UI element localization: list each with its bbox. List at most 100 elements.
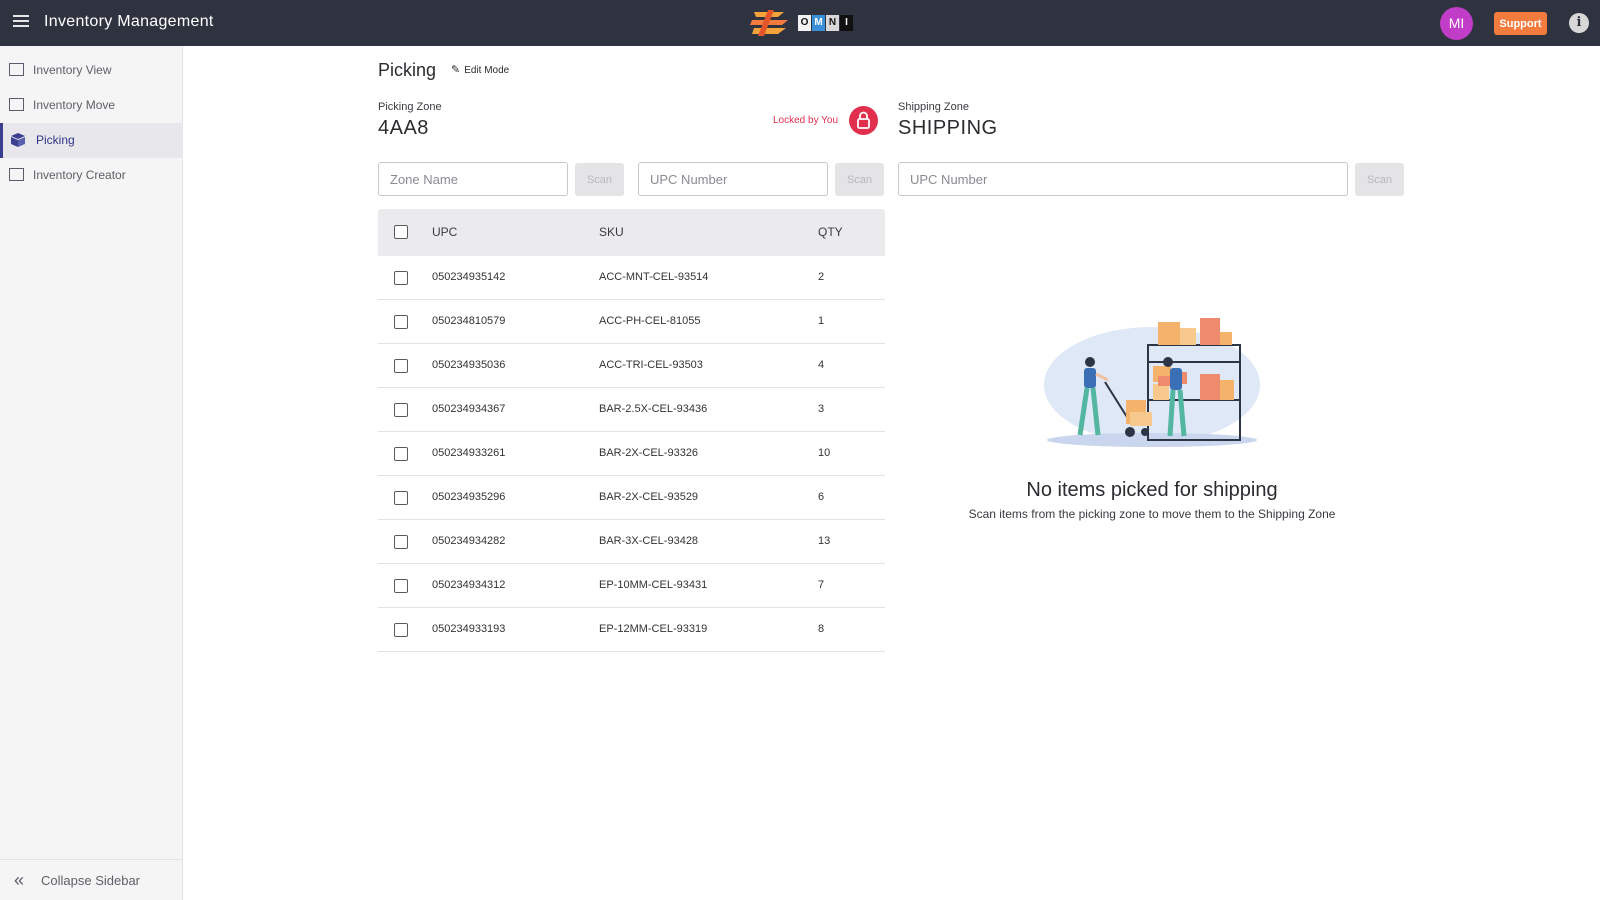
brand-logo: OMNI bbox=[748, 8, 853, 38]
page-title: Picking bbox=[378, 60, 437, 80]
table-row[interactable]: 050234934367 BAR-2.5X-CEL-93436 3 bbox=[378, 388, 885, 432]
cell-upc: 050234933261 bbox=[432, 447, 506, 459]
double-chevron-left-icon: « bbox=[14, 870, 25, 890]
cell-sku: BAR-3X-CEL-93428 bbox=[599, 535, 699, 547]
picking-zone-label: Picking Zone bbox=[378, 101, 442, 113]
cell-sku: BAR-2X-CEL-93326 bbox=[599, 447, 699, 459]
picking-zone-value: 4AA8 bbox=[378, 117, 429, 139]
cell-upc: 050234934312 bbox=[432, 579, 506, 591]
sidebar-item-label: Inventory Move bbox=[33, 98, 116, 112]
brand-letter: N bbox=[826, 15, 839, 31]
top-app-bar: Inventory Management OMNI MI Support i bbox=[0, 0, 1600, 46]
grid-icon bbox=[9, 63, 24, 76]
cell-qty: 3 bbox=[818, 403, 825, 415]
edit-mode-label: Edit Mode bbox=[464, 65, 510, 76]
cell-upc: 050234934282 bbox=[432, 535, 506, 547]
cell-sku: BAR-2X-CEL-93529 bbox=[599, 491, 699, 503]
cell-qty: 2 bbox=[818, 271, 825, 283]
column-header-sku: SKU bbox=[599, 225, 624, 239]
empty-state-title: No items picked for shipping bbox=[1026, 479, 1278, 501]
table-header: UPC SKU QTY bbox=[378, 209, 885, 256]
sidebar-item-label: Inventory Creator bbox=[33, 168, 126, 182]
cell-upc: 050234934367 bbox=[432, 403, 506, 415]
table-row[interactable]: 050234933261 BAR-2X-CEL-93326 10 bbox=[378, 432, 885, 476]
cell-qty: 8 bbox=[818, 623, 825, 635]
zone-name-input[interactable] bbox=[378, 162, 568, 196]
locked-status: Locked by You bbox=[773, 115, 839, 126]
brand-letter: O bbox=[798, 15, 811, 31]
row-checkbox[interactable] bbox=[394, 623, 408, 637]
app-title: Inventory Management bbox=[44, 13, 214, 30]
table-row[interactable]: 050234934312 EP-10MM-CEL-93431 7 bbox=[378, 564, 885, 608]
empty-state-subtitle: Scan items from the picking zone to move… bbox=[968, 507, 1336, 521]
omni-wordmark: OMNI bbox=[798, 15, 853, 31]
row-checkbox[interactable] bbox=[394, 447, 408, 461]
shipping-zone-value: SHIPPING bbox=[898, 117, 998, 139]
upc-number-input[interactable] bbox=[638, 162, 828, 196]
move-icon bbox=[9, 98, 24, 111]
collapse-sidebar-label: Collapse Sidebar bbox=[41, 873, 141, 888]
shipping-zone-label: Shipping Zone bbox=[898, 101, 969, 113]
table-row[interactable]: 050234810579 ACC-PH-CEL-81055 1 bbox=[378, 300, 885, 344]
cell-upc: 050234935296 bbox=[432, 491, 506, 503]
info-icon[interactable]: i bbox=[1569, 13, 1589, 33]
cell-sku: ACC-TRI-CEL-93503 bbox=[599, 359, 703, 371]
cell-sku: ACC-MNT-CEL-93514 bbox=[599, 271, 709, 283]
cell-qty: 4 bbox=[818, 359, 825, 371]
cell-upc: 050234810579 bbox=[432, 315, 506, 327]
cell-upc: 050234933193 bbox=[432, 623, 506, 635]
support-button[interactable]: Support bbox=[1494, 12, 1547, 35]
column-header-qty: QTY bbox=[818, 225, 843, 239]
table-row[interactable]: 050234933193 EP-12MM-CEL-93319 8 bbox=[378, 608, 885, 652]
cell-sku: ACC-PH-CEL-81055 bbox=[599, 315, 701, 327]
grid-icon bbox=[9, 168, 24, 181]
sidebar-item-label: Picking bbox=[36, 133, 75, 147]
table-row[interactable]: 050234934282 BAR-3X-CEL-93428 13 bbox=[378, 520, 885, 564]
boxes-icon bbox=[11, 133, 25, 147]
sidebar-item-inventory-view[interactable]: Inventory View bbox=[0, 53, 183, 88]
sidebar-item-inventory-creator[interactable]: Inventory Creator bbox=[0, 158, 183, 193]
table-row[interactable]: 050234935142 ACC-MNT-CEL-93514 2 bbox=[378, 256, 885, 300]
row-checkbox[interactable] bbox=[394, 359, 408, 373]
cell-upc: 050234935036 bbox=[432, 359, 506, 371]
sidebar-item-inventory-move[interactable]: Inventory Move bbox=[0, 88, 183, 123]
select-all-checkbox[interactable] bbox=[394, 225, 408, 239]
pencil-icon: ✎ bbox=[451, 64, 461, 76]
table-row[interactable]: 050234935296 BAR-2X-CEL-93529 6 bbox=[378, 476, 885, 520]
sidebar: Inventory View Inventory Move Picking In… bbox=[0, 46, 183, 900]
user-avatar[interactable]: MI bbox=[1440, 7, 1473, 40]
edit-mode-link[interactable]: ✎ Edit Mode bbox=[451, 63, 509, 76]
row-checkbox[interactable] bbox=[394, 579, 408, 593]
table-row[interactable]: 050234935036 ACC-TRI-CEL-93503 4 bbox=[378, 344, 885, 388]
cell-sku: EP-10MM-CEL-93431 bbox=[599, 579, 708, 591]
row-checkbox[interactable] bbox=[394, 403, 408, 417]
picking-table: UPC SKU QTY 050234935142 ACC-MNT-CEL-9351… bbox=[378, 209, 885, 652]
sidebar-item-label: Inventory View bbox=[33, 63, 112, 77]
column-header-upc: UPC bbox=[432, 225, 458, 239]
zone-scan-button[interactable]: Scan bbox=[575, 163, 624, 196]
cell-qty: 13 bbox=[818, 535, 831, 547]
row-checkbox[interactable] bbox=[394, 491, 408, 505]
row-checkbox[interactable] bbox=[394, 271, 408, 285]
cell-upc: 050234935142 bbox=[432, 271, 506, 283]
brand-letter: I bbox=[840, 15, 853, 31]
upc-scan-button[interactable]: Scan bbox=[835, 163, 884, 196]
omni-bolt-icon bbox=[750, 10, 788, 36]
hamburger-menu-icon[interactable] bbox=[10, 12, 32, 34]
shipping-scan-button[interactable]: Scan bbox=[1355, 163, 1404, 196]
brand-letter: M bbox=[812, 15, 825, 31]
shipping-upc-input[interactable] bbox=[898, 162, 1348, 196]
row-checkbox[interactable] bbox=[394, 535, 408, 549]
lock-icon[interactable] bbox=[849, 106, 878, 135]
cell-qty: 1 bbox=[818, 315, 825, 327]
cell-sku: BAR-2.5X-CEL-93436 bbox=[599, 403, 708, 415]
cell-qty: 10 bbox=[818, 447, 831, 459]
warehouse-workers-illustration bbox=[1040, 300, 1265, 450]
cell-qty: 6 bbox=[818, 491, 825, 503]
cell-qty: 7 bbox=[818, 579, 825, 591]
table-body: 050234935142 ACC-MNT-CEL-93514 2 0502348105… bbox=[378, 256, 885, 652]
sidebar-item-picking[interactable]: Picking bbox=[0, 123, 183, 158]
cell-sku: EP-12MM-CEL-93319 bbox=[599, 623, 708, 635]
collapse-sidebar-button[interactable]: « Collapse Sidebar bbox=[0, 859, 183, 900]
row-checkbox[interactable] bbox=[394, 315, 408, 329]
